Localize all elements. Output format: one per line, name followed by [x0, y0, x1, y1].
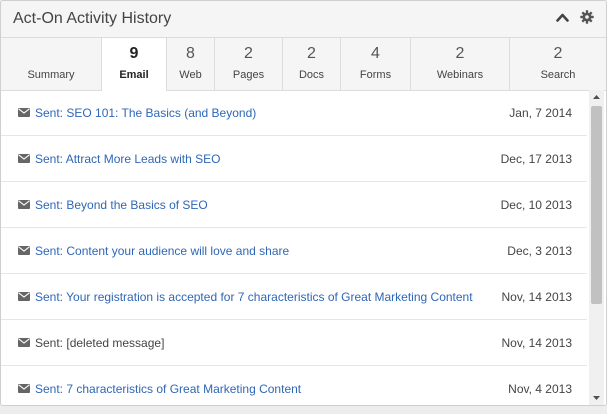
activity-date: Dec, 3 2013	[507, 243, 572, 258]
email-subject-link[interactable]: Sent: Your registration is accepted for …	[35, 290, 502, 304]
envelope-icon	[18, 108, 30, 117]
tab-label: Docs	[298, 69, 325, 81]
tab-count: 2	[244, 45, 253, 62]
tab-count: 8	[186, 45, 195, 62]
email-subject-link[interactable]: Sent: Attract More Leads with SEO	[35, 152, 501, 166]
list-item: Sent: Your registration is accepted for …	[1, 274, 587, 320]
activity-date: Nov, 14 2013	[501, 289, 573, 304]
list-scrollbar[interactable]	[589, 90, 604, 405]
tab-forms[interactable]: 4 Forms	[341, 38, 411, 90]
activity-date: Jan, 7 2014	[509, 105, 572, 120]
envelope-icon	[18, 246, 30, 255]
chevron-up-icon[interactable]	[556, 11, 569, 24]
envelope-icon	[18, 338, 30, 347]
tab-count: 2	[307, 45, 316, 62]
tab-summary[interactable]: Summary	[1, 38, 102, 90]
tab-webinars[interactable]: 2 Webinars	[411, 38, 510, 90]
scrollbar-thumb[interactable]	[591, 106, 602, 304]
gear-icon[interactable]	[580, 10, 594, 24]
tab-count: 4	[371, 45, 380, 62]
header-icons	[556, 10, 594, 24]
envelope-icon	[18, 384, 30, 393]
tab-docs[interactable]: 2 Docs	[283, 38, 341, 90]
activity-history-widget: Act-On Activity History Summary 9 Email …	[0, 0, 607, 406]
tab-label: Forms	[359, 69, 392, 81]
email-subject-text: Sent: [deleted message]	[35, 335, 165, 350]
tab-pages[interactable]: 2 Pages	[215, 38, 283, 90]
activity-date: Nov, 4 2013	[508, 381, 572, 396]
widget-title: Act-On Activity History	[13, 10, 172, 27]
tab-count: 9	[129, 45, 139, 62]
email-subject-link[interactable]: Sent: 7 characteristics of Great Marketi…	[35, 382, 508, 396]
list-item: Sent: Attract More Leads with SEO Dec, 1…	[1, 136, 587, 182]
tab-label: Pages	[232, 69, 265, 81]
tab-count: 2	[455, 45, 465, 62]
list-item: Sent: Content your audience will love an…	[1, 228, 587, 274]
tab-count	[1, 44, 101, 63]
tab-label: Search	[540, 69, 576, 81]
activity-date: Dec, 10 2013	[500, 197, 572, 212]
email-activity-list: Sent: SEO 101: The Basics (and Beyond) J…	[1, 90, 587, 405]
activity-date: Dec, 17 2013	[500, 151, 572, 166]
tab-search[interactable]: 2 Search	[510, 38, 606, 90]
tab-label: Web	[179, 69, 202, 81]
envelope-icon	[18, 292, 30, 301]
tab-count: 2	[553, 45, 563, 62]
envelope-icon	[18, 154, 30, 163]
email-subject-link[interactable]: Sent: SEO 101: The Basics (and Beyond)	[35, 106, 509, 120]
email-subject-link[interactable]: Sent: Beyond the Basics of SEO	[35, 198, 501, 212]
tab-web[interactable]: 8 Web	[167, 38, 215, 90]
envelope-icon	[18, 200, 30, 209]
list-item: Sent: Beyond the Basics of SEO Dec, 10 2…	[1, 182, 587, 228]
tab-label: Email	[119, 69, 149, 81]
list-item: Sent: SEO 101: The Basics (and Beyond) J…	[1, 90, 587, 136]
tab-label: Webinars	[436, 69, 484, 81]
activity-tabs: Summary 9 Email 8 Web 2 Pages 2 Docs 4 F…	[1, 38, 606, 91]
tab-email[interactable]: 9 Email	[102, 38, 167, 91]
list-item: Sent: 7 characteristics of Great Marketi…	[1, 366, 587, 405]
scroll-down-arrow-icon[interactable]	[589, 391, 604, 405]
tab-label: Summary	[27, 69, 75, 81]
list-item: Sent: [deleted message] Nov, 14 2013	[1, 320, 587, 366]
email-subject-link[interactable]: Sent: Content your audience will love an…	[35, 244, 507, 258]
scroll-up-arrow-icon[interactable]	[589, 90, 604, 104]
activity-date: Nov, 14 2013	[501, 335, 573, 350]
widget-header: Act-On Activity History	[1, 1, 606, 38]
